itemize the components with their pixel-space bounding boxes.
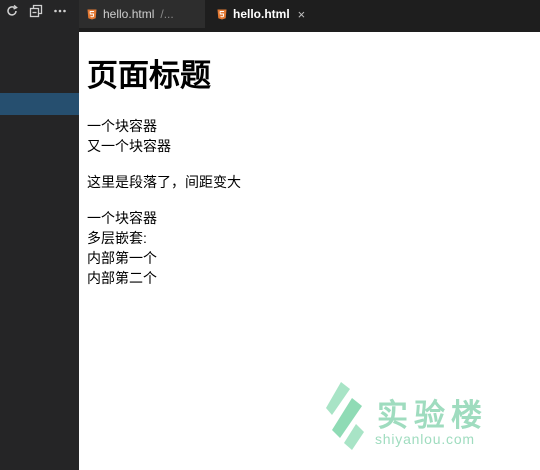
block-container: 一个块容器: [87, 118, 157, 134]
tab-label: hello.html: [233, 7, 290, 21]
more-icon[interactable]: [52, 3, 68, 19]
shiyanlou-logo-icon: [326, 382, 364, 450]
tab-label: hello.html: [103, 7, 155, 21]
nested-inner-first: 内部第一个: [87, 250, 157, 266]
nested-label: 多层嵌套:: [87, 230, 147, 246]
explorer-selected-item[interactable]: [0, 93, 79, 115]
paragraph: 这里是段落了，间距变大: [87, 174, 241, 190]
watermark-url: shiyanlou.com: [375, 431, 475, 447]
tab-path: /...: [160, 7, 174, 21]
explorer-toolbar: [0, 0, 79, 22]
nested-inner-second: 内部第二个: [87, 270, 157, 286]
page-title: 页面标题: [87, 58, 211, 93]
block-container: 一个块容器: [87, 210, 157, 226]
editor-tab-bar: hello.html /... hello.html ×: [79, 0, 540, 28]
shiyanlou-watermark: 实验楼 shiyanlou.com: [322, 380, 512, 460]
refresh-icon[interactable]: [4, 3, 20, 19]
watermark-title: 实验楼: [377, 398, 488, 433]
nested-container: 多层嵌套: 内部第一个 内部第二个: [87, 228, 540, 288]
block-container: 又一个块容器: [87, 138, 171, 154]
explorer-sidebar: [0, 0, 79, 470]
tab-hello-html-preview[interactable]: hello.html /...: [79, 0, 205, 28]
collapse-all-icon[interactable]: [28, 3, 44, 19]
html5-icon: [217, 9, 227, 20]
html5-icon: [87, 9, 97, 20]
close-icon[interactable]: ×: [298, 7, 306, 22]
tab-hello-html[interactable]: hello.html ×: [209, 0, 319, 28]
